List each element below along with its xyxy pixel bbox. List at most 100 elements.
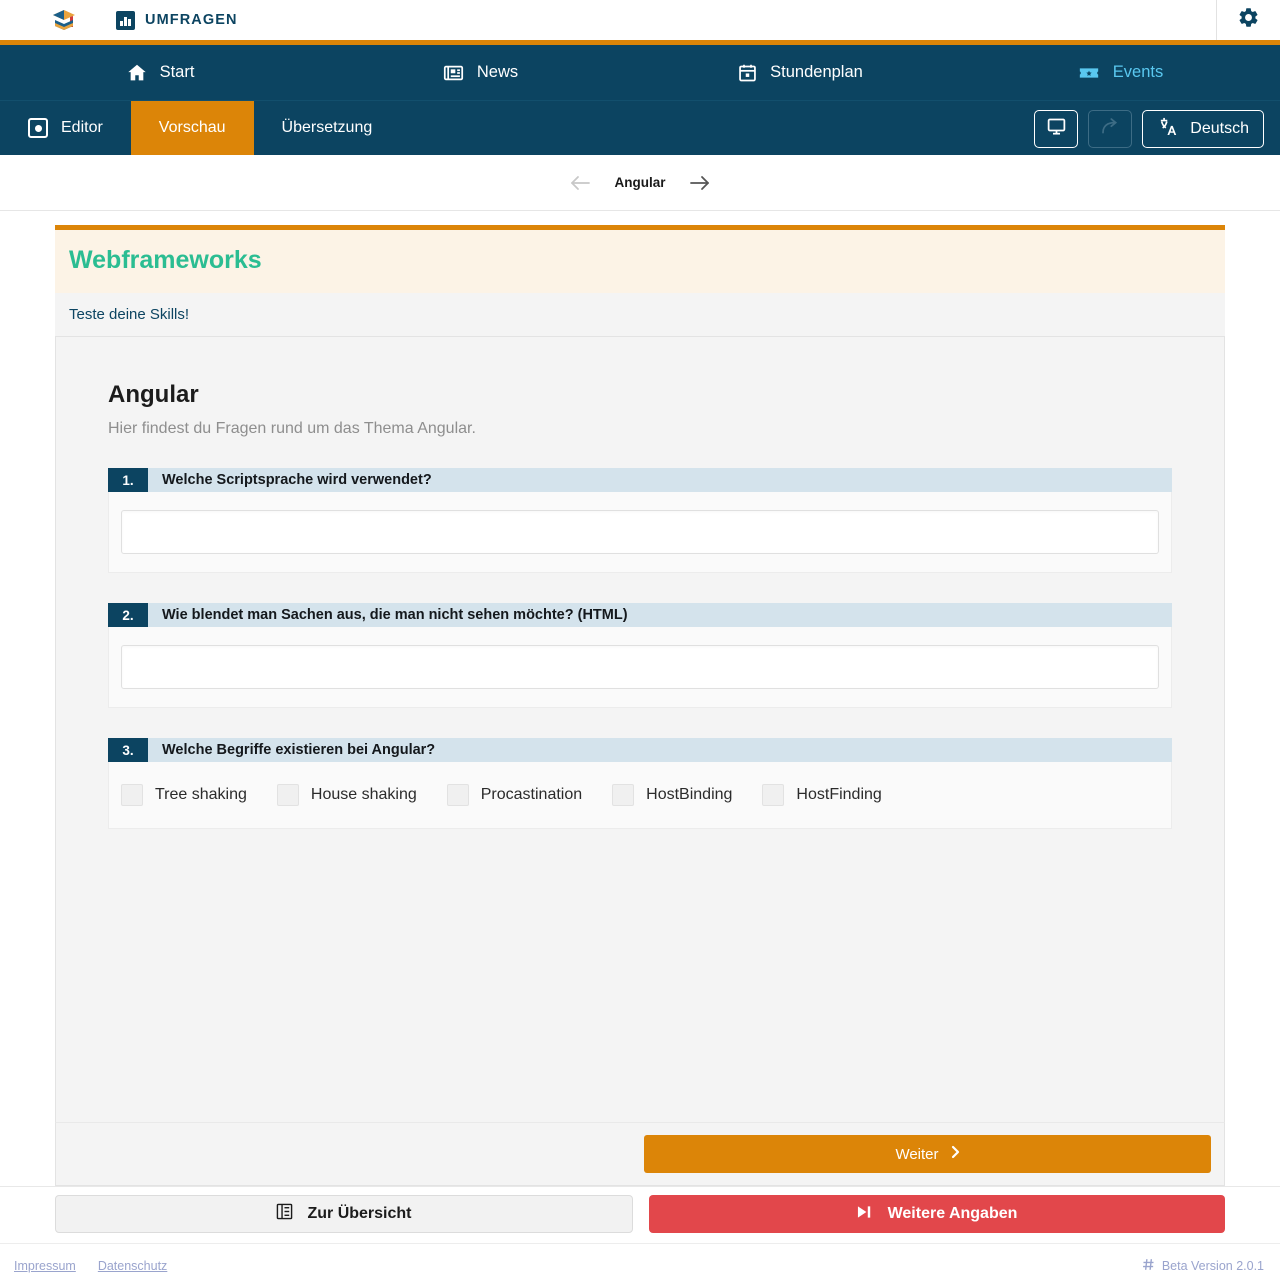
skip-forward-icon xyxy=(857,1205,872,1224)
checkbox-box[interactable] xyxy=(762,784,784,806)
version-label: Beta Version 2.0.1 xyxy=(1162,1259,1264,1273)
editor-toolbar: Editor Vorschau Übersetzung xyxy=(0,100,1280,155)
tab-vorschau[interactable]: Vorschau xyxy=(131,101,254,155)
checkbox-label: HostBinding xyxy=(646,786,732,804)
question-3-text: Welche Begriffe existieren bei Angular? xyxy=(148,738,435,762)
nav-item-news[interactable]: News xyxy=(320,45,640,100)
question-3-number: 3. xyxy=(108,738,148,762)
question-1-body xyxy=(108,492,1172,573)
language-label: Deutsch xyxy=(1190,120,1249,138)
nav-label-events: Events xyxy=(1113,63,1163,82)
settings-button[interactable] xyxy=(1217,0,1280,40)
tab-label-uebersetzung: Übersetzung xyxy=(282,119,373,137)
section-title: Angular xyxy=(108,381,1172,409)
checkbox-option-tree-shaking[interactable]: Tree shaking xyxy=(121,784,247,806)
bottom-action-bar: Zur Übersicht Weitere Angaben xyxy=(0,1186,1280,1243)
checkbox-label: House shaking xyxy=(311,786,417,804)
footer-link-impressum[interactable]: Impressum xyxy=(14,1259,76,1273)
hash-icon xyxy=(1142,1258,1155,1274)
survey-subtitle-row: Teste deine Skills! xyxy=(55,293,1225,337)
survey-card-footer: Weiter xyxy=(55,1122,1225,1186)
list-icon xyxy=(276,1203,293,1225)
footer-link-datenschutz[interactable]: Datenschutz xyxy=(98,1259,167,1273)
question-2-input[interactable] xyxy=(121,645,1159,689)
checkbox-box[interactable] xyxy=(277,784,299,806)
calendar-icon xyxy=(737,62,758,84)
nav-item-events[interactable]: Events xyxy=(960,45,1280,100)
section-description: Hier findest du Fragen rund um das Thema… xyxy=(108,420,1172,438)
tab-editor[interactable]: Editor xyxy=(0,101,131,155)
survey-body: Angular Hier findest du Fragen rund um d… xyxy=(55,337,1225,1122)
toolbar-right-actions: Deutsch xyxy=(1034,101,1264,156)
desktop-preview-button[interactable] xyxy=(1034,110,1078,148)
nav-label-start: Start xyxy=(160,63,195,82)
checkbox-option-house-shaking[interactable]: House shaking xyxy=(277,784,417,806)
share-arrow-icon xyxy=(1099,116,1121,142)
next-button-label: Weiter xyxy=(895,1146,938,1163)
question-2-body xyxy=(108,627,1172,708)
question-1-text: Welche Scriptsprache wird verwendet? xyxy=(148,468,432,492)
question-1-header: 1. Welche Scriptsprache wird verwendet? xyxy=(108,468,1172,492)
survey-stage: Webframeworks Teste deine Skills! Angula… xyxy=(0,211,1280,1186)
nav-item-stundenplan[interactable]: Stundenplan xyxy=(640,45,960,100)
nav-label-stundenplan: Stundenplan xyxy=(770,63,863,82)
question-3-body: Tree shaking House shaking Procastinatio… xyxy=(108,762,1172,829)
page-footer: Impressum Datenschutz Beta Version 2.0.1 xyxy=(0,1243,1280,1278)
app-title: UMFRAGEN xyxy=(145,12,238,28)
checkbox-box[interactable] xyxy=(121,784,143,806)
breadcrumb-label: Angular xyxy=(614,175,665,190)
language-selector[interactable]: Deutsch xyxy=(1142,110,1264,148)
nav-item-start[interactable]: Start xyxy=(0,45,320,100)
survey-title-row: Webframeworks xyxy=(55,230,1225,293)
arrow-right-icon[interactable] xyxy=(688,174,712,192)
more-details-button-label: Weitere Angaben xyxy=(888,1205,1018,1223)
desktop-icon xyxy=(1046,116,1067,142)
newspaper-icon xyxy=(442,62,465,84)
next-button[interactable]: Weiter xyxy=(644,1135,1211,1173)
home-icon xyxy=(126,62,148,84)
ticket-icon xyxy=(1077,62,1101,84)
question-2-header: 2. Wie blendet man Sachen aus, die man n… xyxy=(108,603,1172,627)
checkbox-option-hostfinding[interactable]: HostFinding xyxy=(762,784,881,806)
question-1: 1. Welche Scriptsprache wird verwendet? xyxy=(108,468,1172,573)
survey-title: Webframeworks xyxy=(69,246,1211,275)
footer-links: Impressum Datenschutz xyxy=(14,1259,167,1273)
tab-uebersetzung[interactable]: Übersetzung xyxy=(254,101,401,155)
checkbox-option-procastination[interactable]: Procastination xyxy=(447,784,582,806)
tab-label-editor: Editor xyxy=(61,119,103,137)
question-3: 3. Welche Begriffe existieren bei Angula… xyxy=(108,738,1172,829)
checkbox-box[interactable] xyxy=(612,784,634,806)
graduation-cap-logo xyxy=(50,6,78,34)
overview-button-label: Zur Übersicht xyxy=(307,1205,411,1223)
app-brand: UMFRAGEN xyxy=(116,11,238,30)
survey-card: Webframeworks Teste deine Skills! Angula… xyxy=(55,225,1225,1186)
question-2: 2. Wie blendet man Sachen aus, die man n… xyxy=(108,603,1172,708)
nav-label-news: News xyxy=(477,63,518,82)
checkbox-label: HostFinding xyxy=(796,786,881,804)
main-navigation: Start News Stundenplan xyxy=(0,45,1280,100)
arrow-left-icon[interactable] xyxy=(568,174,592,192)
footer-version: Beta Version 2.0.1 xyxy=(1142,1258,1264,1274)
question-3-header: 3. Welche Begriffe existieren bei Angula… xyxy=(108,738,1172,762)
checkbox-option-hostbinding[interactable]: HostBinding xyxy=(612,784,732,806)
checkbox-label: Procastination xyxy=(481,786,582,804)
translate-icon xyxy=(1157,116,1180,142)
question-2-text: Wie blendet man Sachen aus, die man nich… xyxy=(148,603,628,627)
checkbox-label: Tree shaking xyxy=(155,786,247,804)
more-details-button[interactable]: Weitere Angaben xyxy=(649,1195,1225,1233)
eye-icon xyxy=(28,118,48,138)
tab-label-vorschau: Vorschau xyxy=(159,119,226,137)
brand-bar-right xyxy=(1216,0,1280,40)
bar-chart-icon xyxy=(116,11,135,30)
brand-bar: UMFRAGEN xyxy=(0,0,1280,40)
question-1-number: 1. xyxy=(108,468,148,492)
survey-subtitle: Teste deine Skills! xyxy=(69,306,1211,323)
overview-button[interactable]: Zur Übersicht xyxy=(55,1195,633,1233)
gear-icon xyxy=(1237,6,1260,34)
question-1-input[interactable] xyxy=(121,510,1159,554)
question-2-number: 2. xyxy=(108,603,148,627)
breadcrumb: Angular xyxy=(0,155,1280,211)
share-button[interactable] xyxy=(1088,110,1132,148)
checkbox-box[interactable] xyxy=(447,784,469,806)
chevron-right-icon xyxy=(951,1145,960,1163)
